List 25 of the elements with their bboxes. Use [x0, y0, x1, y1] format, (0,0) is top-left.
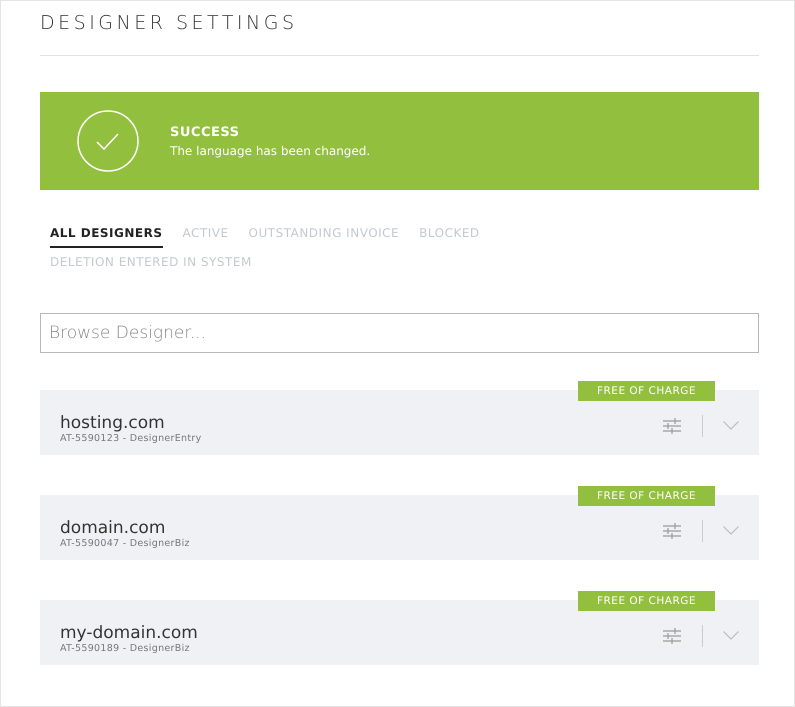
designer-detail: AT-5590189 - DesignerBiz — [60, 643, 191, 654]
designer-detail: AT-5590047 - DesignerBiz — [60, 538, 190, 549]
settings-sliders-icon[interactable] — [663, 418, 681, 434]
status-badge: FREE OF CHARGE — [578, 591, 715, 611]
search-field[interactable]: Browse Designer... — [40, 313, 759, 353]
alert-title: SUCCESS — [170, 124, 241, 140]
status-badge: FREE OF CHARGE — [578, 486, 715, 506]
filter-tab[interactable]: BLOCKED — [419, 226, 480, 248]
filter-tab[interactable]: ACTIVE — [182, 226, 229, 248]
checkmark-circle-icon — [77, 110, 139, 172]
designer-domain: hosting.com — [60, 413, 166, 433]
designer-domain: my-domain.com — [60, 623, 198, 643]
filter-tab[interactable]: ALL DESIGNERS — [50, 226, 162, 248]
filter-tab[interactable]: DELETION ENTERED IN SYSTEM — [50, 255, 252, 277]
designer-domain: domain.com — [60, 518, 166, 538]
settings-sliders-icon[interactable] — [663, 522, 681, 538]
designer-detail: AT-5590123 - DesignerEntry — [60, 433, 202, 444]
settings-sliders-icon[interactable] — [663, 628, 681, 644]
chevron-down-icon[interactable] — [723, 631, 739, 640]
chevron-down-icon[interactable] — [723, 421, 739, 430]
status-badge: FREE OF CHARGE — [578, 381, 715, 401]
alert-message: The language has been changed. — [170, 144, 370, 158]
filter-tab[interactable]: OUTSTANDING INVOICE — [248, 226, 400, 248]
chevron-down-icon[interactable] — [723, 526, 739, 535]
page-title: DESIGNER SETTINGS — [40, 11, 299, 35]
